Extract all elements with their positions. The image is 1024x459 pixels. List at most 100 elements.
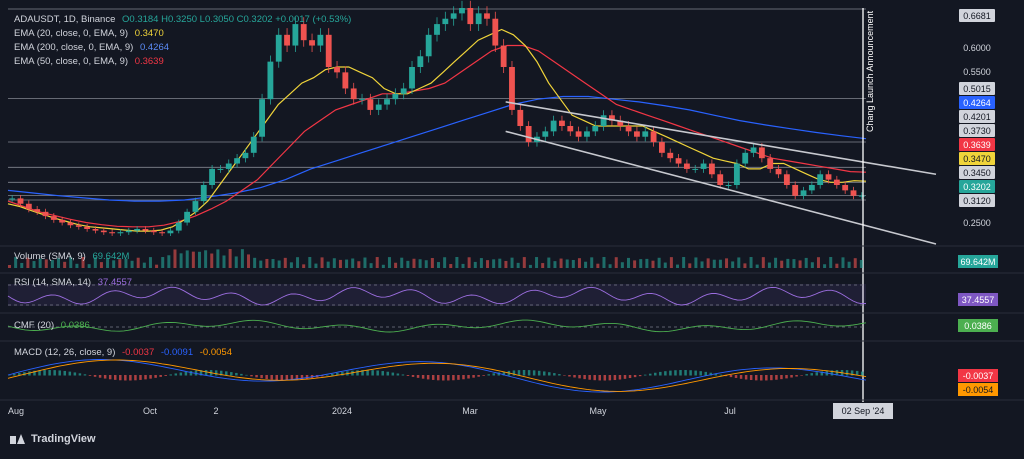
volume-bar [651, 260, 655, 268]
volume-bar [676, 264, 680, 268]
macd-histogram-bar [305, 375, 309, 379]
macd-histogram-bar [129, 375, 132, 381]
candle-body [675, 158, 682, 164]
candle-body [259, 99, 265, 137]
macd-histogram-bar [593, 375, 596, 381]
volume-bar [823, 264, 827, 268]
volume-bar [682, 257, 686, 268]
macd-histogram-bar [240, 373, 243, 376]
volume-bar [136, 257, 140, 268]
macd-histogram-bar [679, 370, 682, 376]
candle-body [9, 198, 16, 200]
candle-body [284, 34, 290, 46]
macd-histogram-bar [386, 371, 390, 376]
symbol-label: ADAUSDT, 1D, Binance [14, 14, 116, 25]
price-label-11: 0.3120 [963, 196, 991, 206]
volume-bar [191, 251, 195, 268]
candle-body [25, 203, 32, 210]
price-label-12: 0.2500 [963, 218, 991, 228]
candle-body [84, 226, 91, 229]
macd-v1: -0.0037 [122, 347, 155, 358]
macd-histogram-bar [689, 370, 692, 376]
macd-histogram-bar [411, 375, 415, 377]
macd-histogram-bar [845, 370, 849, 376]
volume-bar [197, 251, 201, 268]
candle-body [375, 104, 382, 110]
volume-bar [669, 257, 673, 268]
volume-bar [87, 264, 91, 268]
candle-body [850, 190, 857, 196]
volume-bar [553, 261, 557, 268]
volume-bar [8, 265, 11, 268]
candle-body [517, 109, 524, 126]
macd-histogram-bar [704, 371, 707, 376]
candle-body [625, 126, 632, 132]
macd-histogram-bar [58, 370, 61, 376]
volume-bar [381, 264, 385, 268]
volume-bar [148, 257, 152, 268]
volume-bar [289, 262, 293, 268]
candle-body [825, 174, 832, 180]
chart-svg[interactable]: Chang Launch Announcement 0.6681 0.6000 0.5… [0, 0, 1024, 454]
macd-histogram-bar [174, 373, 178, 376]
macd-histogram-bar [331, 373, 334, 376]
volume-bar [406, 260, 410, 268]
volume-bar [498, 258, 502, 268]
candle-body [309, 40, 315, 46]
volume-bar [234, 256, 238, 268]
volume-bar [216, 249, 220, 268]
macd-histogram-bar [139, 375, 142, 380]
volume-bar [626, 257, 630, 268]
macd-histogram-bar [532, 370, 536, 376]
x-tick-label-2: 2 [213, 406, 218, 416]
candle-body [525, 126, 532, 143]
rsi-value: 37.4557 [97, 277, 133, 288]
volume-bar [535, 257, 539, 268]
macd-histogram-bar [250, 375, 253, 377]
volume-bar [375, 257, 379, 268]
macd-histogram-bar [659, 371, 662, 376]
candle-body [484, 13, 490, 19]
volume-bar [798, 260, 802, 268]
candle-body [792, 185, 799, 196]
macd-histogram-bar [235, 372, 238, 376]
macd-histogram-bar [578, 375, 581, 379]
candle-body [392, 93, 399, 100]
tradingview-logo[interactable]: TradingView [10, 433, 96, 445]
macd-histogram-bar [618, 375, 622, 380]
candle-body [634, 131, 640, 137]
candle-body [17, 198, 24, 204]
candle-body [475, 13, 482, 25]
volume-bar [547, 257, 551, 268]
volume-bar [712, 259, 716, 268]
macd-histogram-bar [225, 371, 228, 376]
candle-body [492, 18, 499, 46]
candle-body [434, 24, 440, 35]
candle-body [150, 230, 157, 233]
volume-bar [767, 262, 771, 268]
indicator-badge-4: -0.0054 [963, 385, 994, 395]
candle-body [692, 168, 699, 170]
volume-bar [338, 259, 342, 268]
macd-histogram-bar [300, 375, 304, 380]
candle-body [67, 222, 74, 226]
macd-histogram-bar [588, 375, 591, 380]
volume-bar [320, 257, 324, 268]
volume-bar [63, 261, 67, 268]
candle-body [109, 232, 116, 234]
macd-histogram-bar [245, 374, 248, 376]
price-label-9: 0.3450 [963, 168, 991, 178]
macd-histogram-bar [255, 375, 258, 378]
price-label-8: 0.3470 [963, 154, 991, 164]
volume-bar [829, 257, 833, 268]
candle-body [384, 99, 390, 105]
rsi-band [8, 284, 866, 306]
x-tick-label-3: 2024 [332, 406, 352, 416]
macd-histogram-bar [775, 375, 778, 380]
volume-bar [400, 257, 404, 268]
candle-body [117, 232, 124, 234]
volume-bar [424, 260, 428, 268]
macd-histogram-bar [790, 375, 793, 378]
x-tick-label-4: Mar [462, 406, 478, 416]
candle-body [750, 147, 757, 153]
